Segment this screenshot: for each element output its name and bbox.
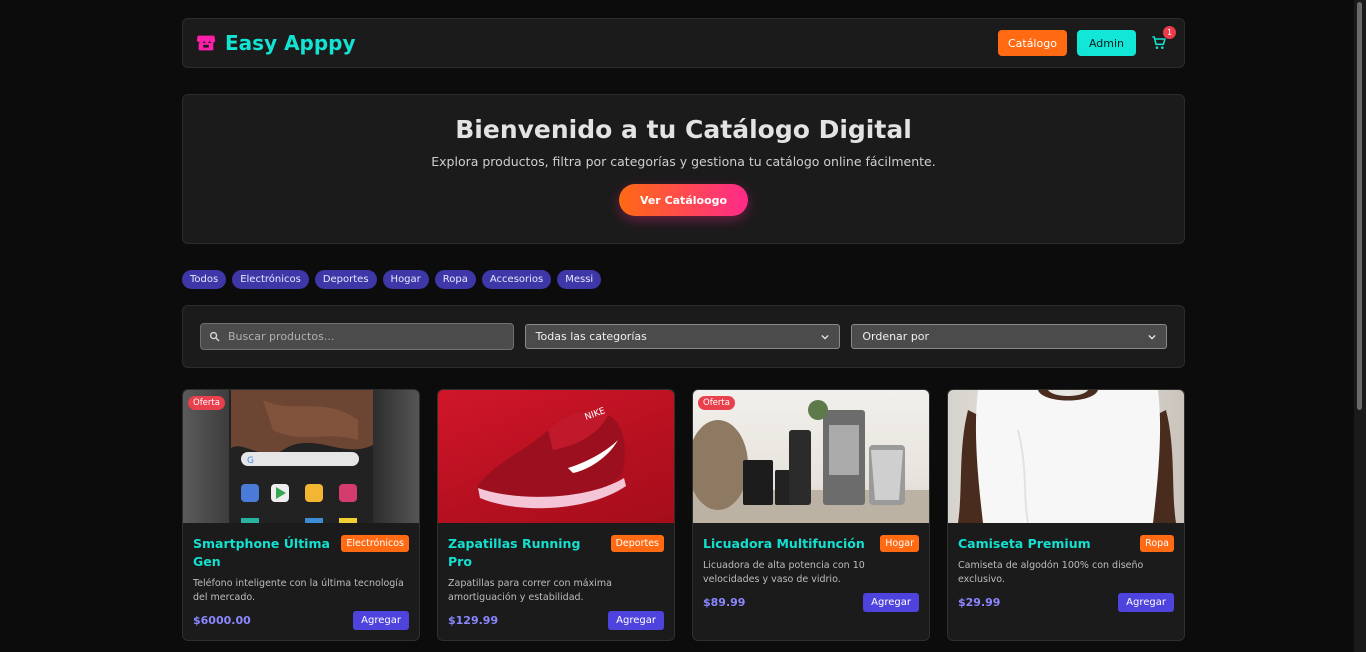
offer-badge: Oferta xyxy=(188,396,225,410)
catalog-button[interactable]: Catálogo xyxy=(997,30,1067,56)
add-to-cart-button[interactable]: Agregar xyxy=(863,593,919,612)
nav-actions: Catálogo Admin 1 xyxy=(997,26,1176,56)
product-description: Teléfono inteligente con la última tecno… xyxy=(193,578,404,603)
filters-panel: Buscar productos... Todas las categorías… xyxy=(182,305,1185,368)
product-title: Smartphone Última Gen xyxy=(193,536,330,569)
brand[interactable]: Easy Apppy xyxy=(195,31,356,55)
view-catalog-button[interactable]: Ver Catáloogo xyxy=(618,184,749,216)
chevron-down-icon xyxy=(821,334,829,339)
product-description: Licuadora de alta potencia con 10 veloci… xyxy=(703,560,865,585)
svg-text:G: G xyxy=(247,456,254,466)
product-card[interactable]: NIKE Zapatillas Running Pro Deportes Zap… xyxy=(437,389,675,641)
sort-select[interactable]: Ordenar por xyxy=(851,324,1168,349)
product-price: $89.99 xyxy=(703,596,746,609)
category-tag: Hogar xyxy=(880,535,919,552)
chevron-down-icon xyxy=(1148,334,1156,339)
chip-ropa[interactable]: Ropa xyxy=(434,270,476,289)
category-tag: Electrónicos xyxy=(341,535,409,552)
category-select[interactable]: Todas las categorías xyxy=(524,324,841,349)
product-image: NIKE xyxy=(438,390,674,523)
product-price: $129.99 xyxy=(448,614,499,627)
product-grid: G Oferta Smartphone Última Gen Electróni… xyxy=(182,389,1185,641)
chip-todos[interactable]: Todos xyxy=(182,270,227,289)
tshirt-illustration xyxy=(958,390,1176,523)
category-select-value: Todas las categorías xyxy=(535,330,647,343)
page-scrollbar[interactable] xyxy=(1354,0,1366,652)
category-tag: Ropa xyxy=(1140,535,1174,552)
navbar: Easy Apppy Catálogo Admin 1 xyxy=(182,18,1185,68)
product-title: Zapatillas Running Pro xyxy=(448,536,581,569)
hero-title: Bienvenido a tu Catálogo Digital xyxy=(455,115,912,144)
product-image: G Oferta xyxy=(183,390,419,523)
brand-name: Easy Apppy xyxy=(225,31,356,55)
hero-subtitle: Explora productos, filtra por categorías… xyxy=(431,154,936,169)
product-price: $6000.00 xyxy=(193,614,251,627)
page: Easy Apppy Catálogo Admin 1 Bienvenido a… xyxy=(0,0,1366,652)
add-to-cart-button[interactable]: Agregar xyxy=(353,611,409,630)
sneaker-illustration: NIKE xyxy=(477,406,626,509)
offer-badge: Oferta xyxy=(698,396,735,410)
product-card[interactable]: Oferta Licuadora Multifunción Hogar Licu… xyxy=(692,389,930,641)
cart-count-badge: 1 xyxy=(1163,26,1176,39)
product-image xyxy=(948,390,1184,523)
scrollbar-thumb[interactable] xyxy=(1357,2,1362,410)
chip-electronicos[interactable]: Electrónicos xyxy=(232,270,309,289)
product-card[interactable]: G Oferta Smartphone Última Gen Electróni… xyxy=(182,389,420,641)
product-title: Licuadora Multifunción xyxy=(703,536,865,551)
product-description: Camiseta de algodón 100% con diseño excl… xyxy=(958,560,1144,585)
product-description: Zapatillas para correr con máxima amorti… xyxy=(448,578,612,603)
search-icon xyxy=(209,331,220,342)
category-chips: Todos Electrónicos Deportes Hogar Ropa A… xyxy=(182,270,1185,289)
product-card[interactable]: Camiseta Premium Ropa Camiseta de algodó… xyxy=(947,389,1185,641)
search-placeholder: Buscar productos... xyxy=(228,330,335,343)
hero-section: Bienvenido a tu Catálogo Digital Explora… xyxy=(182,94,1185,244)
search-input[interactable]: Buscar productos... xyxy=(200,323,514,350)
chip-hogar[interactable]: Hogar xyxy=(382,270,429,289)
cart-button[interactable]: 1 xyxy=(1146,26,1176,56)
product-price: $29.99 xyxy=(958,596,1001,609)
product-title: Camiseta Premium xyxy=(958,536,1091,551)
category-tag: Deportes xyxy=(610,535,664,552)
admin-button[interactable]: Admin xyxy=(1076,30,1136,56)
add-to-cart-button[interactable]: Agregar xyxy=(608,611,664,630)
chip-deportes[interactable]: Deportes xyxy=(314,270,377,289)
store-icon xyxy=(196,35,216,51)
chip-messi[interactable]: Messi xyxy=(557,270,602,289)
chip-accesorios[interactable]: Accesorios xyxy=(481,270,552,289)
add-to-cart-button[interactable]: Agregar xyxy=(1118,593,1174,612)
sort-select-value: Ordenar por xyxy=(862,330,930,343)
product-image: Oferta xyxy=(693,390,929,523)
